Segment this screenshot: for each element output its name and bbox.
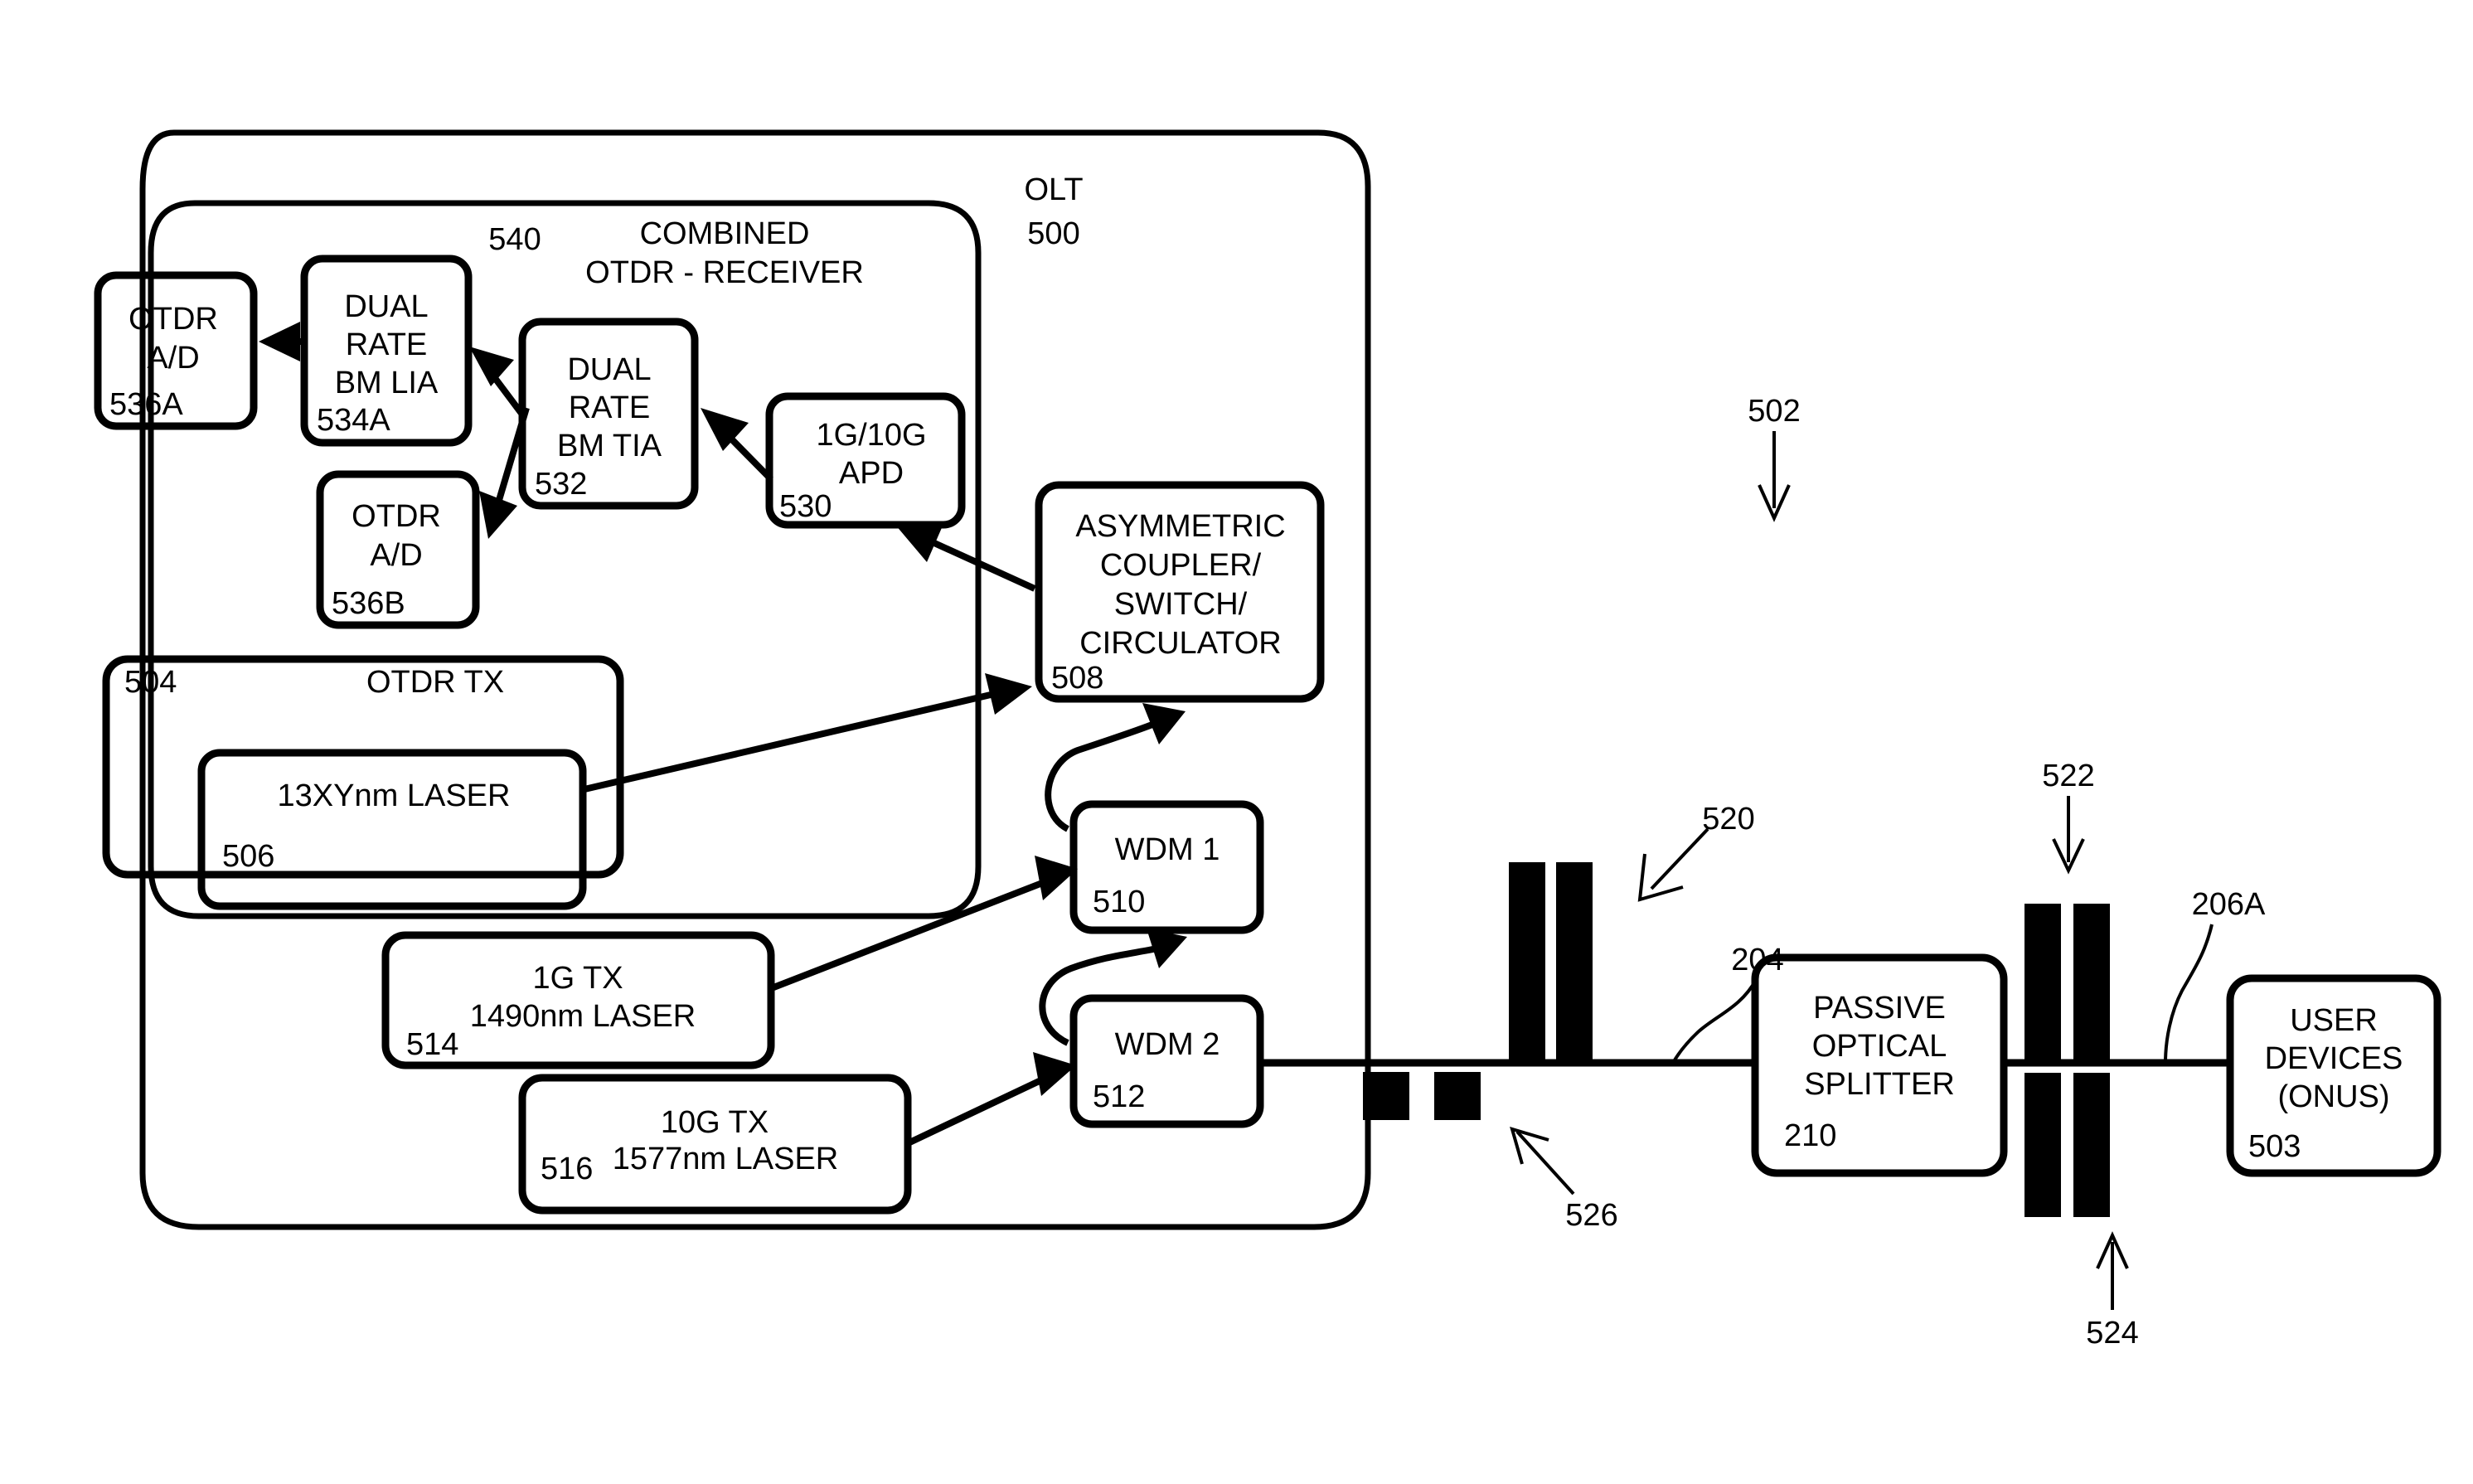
splitter-ref: 210 — [1784, 1118, 1836, 1153]
tx1g-line1: 1G TX — [532, 961, 623, 996]
leader-206A — [2164, 924, 2214, 1064]
combined-receiver-ref: 540 — [488, 222, 541, 257]
callout-502-text: 502 — [1748, 394, 1800, 429]
lia-line1: DUAL — [344, 289, 428, 324]
otdr-ad-a-ref: 536A — [109, 387, 183, 422]
onu-line1: USER — [2290, 1003, 2378, 1038]
otdr-laser-label: 13XYnm LASER — [278, 778, 511, 813]
leader-204 — [1671, 979, 1758, 1064]
wdm1-ref: 510 — [1093, 885, 1145, 919]
splitter-line1: PASSIVE — [1813, 991, 1946, 1026]
apd-line1: 1G/10G — [816, 418, 926, 453]
block-otdr-tx-504[interactable] — [102, 655, 624, 879]
connector-apd-to-tia — [701, 408, 773, 482]
connector-tx10g-to-wdm2 — [904, 1052, 1076, 1147]
connector-wdm2-to-wdm1 — [1039, 929, 1187, 1046]
fiber-marker-524 — [2024, 1073, 2110, 1217]
coupler-line4: CIRCULATOR — [1079, 626, 1282, 661]
coupler-line3: SWITCH/ — [1114, 587, 1248, 622]
combined-receiver-label-l2: OTDR - RECEIVER — [585, 255, 864, 290]
connector-tia-to-lia — [469, 347, 526, 417]
tia-line3: BM TIA — [557, 429, 662, 463]
tia-line1: DUAL — [567, 352, 651, 387]
callout-524-arrow — [2096, 1231, 2129, 1310]
callout-522-text: 522 — [2042, 759, 2094, 793]
wdm1-label: WDM 1 — [1115, 832, 1220, 867]
onu-line2: DEVICES — [2265, 1041, 2403, 1076]
otdr-ad-b-line2: A/D — [370, 538, 422, 573]
callout-526-text: 526 — [1565, 1198, 1617, 1233]
otdr-ad-a-line1: OTDR — [128, 302, 218, 337]
tx1g-ref: 514 — [406, 1027, 458, 1062]
coupler-line2: COUPLER/ — [1100, 548, 1262, 583]
onu-line3: (ONUS) — [2277, 1079, 2389, 1114]
combined-receiver-label-l1: COMBINED — [640, 216, 810, 251]
connector-coupler-to-apd — [895, 524, 1036, 592]
coupler-line1: ASYMMETRIC — [1075, 509, 1285, 544]
otdr-tx-title: OTDR TX — [366, 665, 504, 700]
wdm2-ref: 512 — [1093, 1079, 1145, 1114]
otdr-laser-ref: 506 — [222, 839, 274, 874]
callout-522-arrow — [2052, 796, 2085, 875]
tx10g-line2: 1577nm LASER — [613, 1142, 839, 1176]
splitter-line3: SPLITTER — [1804, 1067, 1955, 1102]
callout-502-arrow — [1758, 431, 1791, 522]
fiber-marker-522 — [2024, 904, 2110, 1060]
onu-ref: 503 — [2248, 1129, 2301, 1164]
tx1g-line2: 1490nm LASER — [470, 999, 696, 1034]
lia-line2: RATE — [346, 327, 428, 362]
otdr-ad-a-line2: A/D — [147, 341, 199, 376]
wdm2-label: WDM 2 — [1115, 1027, 1220, 1062]
otdr-tx-ref: 504 — [124, 665, 177, 700]
callout-526-arrow — [1510, 1127, 1575, 1195]
callout-520-arrow — [1637, 827, 1709, 902]
tia-ref: 532 — [535, 467, 587, 502]
connector-wdm1-to-coupler — [1045, 703, 1186, 832]
connector-otdr-laser-to-coupler — [584, 673, 1032, 793]
tx10g-line1: 10G TX — [661, 1105, 769, 1140]
callout-520-text: 520 — [1702, 802, 1754, 837]
lia-line3: BM LIA — [335, 366, 439, 400]
fiber-marker-526 — [1363, 1072, 1481, 1120]
otdr-ad-b-ref: 536B — [332, 586, 405, 621]
otdr-ad-b-line1: OTDR — [352, 499, 441, 534]
block-otdr-laser-506[interactable] — [197, 749, 587, 910]
olt-title: OLT — [1024, 172, 1083, 207]
callout-524-text: 524 — [2086, 1316, 2138, 1351]
apd-ref: 530 — [779, 489, 832, 524]
tia-line2: RATE — [569, 390, 651, 425]
connector-lia-to-otdr-ad-a — [259, 322, 303, 361]
fiber-marker-520 — [1509, 862, 1593, 1060]
olt-ref: 500 — [1027, 216, 1079, 251]
callout-204-text: 204 — [1731, 943, 1783, 977]
coupler-ref: 508 — [1051, 661, 1103, 696]
connector-tx1g-to-wdm1 — [768, 856, 1078, 992]
apd-line2: APD — [839, 456, 904, 491]
splitter-line2: OPTICAL — [1812, 1029, 1947, 1064]
callout-206A-text: 206A — [2192, 887, 2266, 922]
lia-ref: 534A — [317, 403, 390, 438]
patent-figure-page: OLT 500 540 COMBINED OTDR - RECEIVER OTD… — [0, 0, 2473, 1484]
tx10g-ref: 516 — [541, 1152, 593, 1186]
combined-otdr-receiver-container — [148, 200, 982, 919]
